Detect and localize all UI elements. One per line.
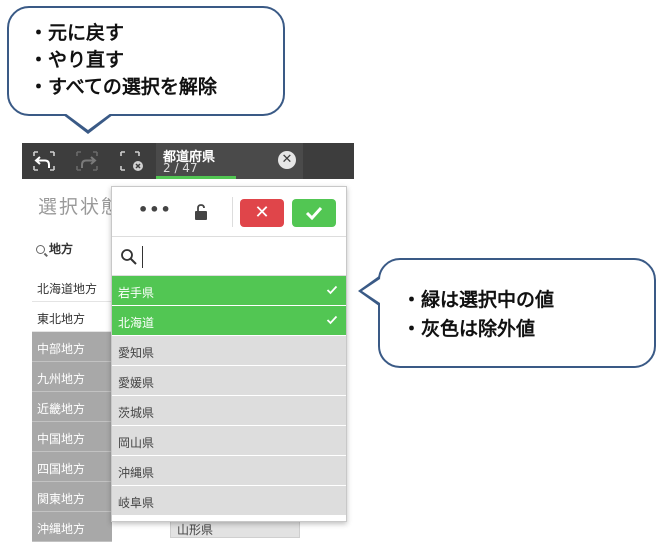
checkmark-icon (305, 206, 323, 220)
list-item[interactable]: 沖縄地方 (32, 512, 112, 542)
list-item[interactable]: 中部地方 (32, 332, 112, 362)
undo-icon (33, 151, 55, 171)
redo-icon (76, 151, 98, 171)
prefecture-list: 岩手県 北海道 愛知県 愛媛県 茨城県 岡山県 沖縄県 岐阜県 (112, 276, 346, 516)
callout-toolbar-actions: ・元に戻す ・やり直す ・すべての選択を解除 (7, 6, 285, 116)
callout-line-gray: ・灰色は除外値 (402, 318, 536, 340)
listbox-toolbar: ••• ✕ (112, 187, 346, 237)
confirm-selection-button[interactable] (292, 199, 336, 227)
field-selection-count: 2 / 47 (163, 161, 198, 175)
list-item-excluded[interactable]: 茨城県 (112, 396, 346, 426)
region-listbox-title: 地方 (49, 242, 74, 256)
list-item[interactable]: 北海道地方 (32, 272, 112, 302)
callout-line-green: ・緑は選択中の値 (402, 289, 555, 311)
callout-tail-inner (65, 113, 111, 130)
more-options-button[interactable]: ••• (138, 200, 172, 219)
checkmark-icon (326, 285, 338, 295)
list-item-excluded[interactable]: 岐阜県 (112, 486, 346, 516)
listbox-search (112, 238, 346, 276)
divider (232, 197, 233, 227)
search-icon (36, 245, 45, 254)
callout-line-undo: ・元に戻す (29, 22, 125, 44)
list-item[interactable]: 関東地方 (32, 482, 112, 512)
prefecture-listbox-popover: ••• ✕ 岩手県 北海道 愛知県 愛媛県 茨城県 岡山県 沖縄県 岐阜県 (111, 186, 347, 522)
selection-progress-bar (156, 176, 236, 179)
list-item[interactable]: 中国地方 (32, 422, 112, 452)
close-icon[interactable]: ✕ (278, 151, 296, 169)
region-listbox-header[interactable]: 地方 (36, 240, 73, 257)
list-item-excluded[interactable]: 愛知県 (112, 336, 346, 366)
region-listbox: 北海道地方 東北地方 中部地方 九州地方 近畿地方 中国地方 四国地方 関東地方… (32, 272, 112, 542)
search-input[interactable] (142, 246, 338, 268)
list-item[interactable]: 四国地方 (32, 452, 112, 482)
list-item-label: 北海道 (118, 316, 155, 330)
unlock-icon[interactable] (193, 203, 209, 221)
list-item-excluded[interactable]: 愛媛県 (112, 366, 346, 396)
list-item[interactable]: 九州地方 (32, 362, 112, 392)
undo-button[interactable] (29, 147, 59, 175)
list-item-selected[interactable]: 岩手県 (112, 276, 346, 306)
list-item-excluded[interactable]: 沖縄県 (112, 456, 346, 486)
list-item-selected[interactable]: 北海道 (112, 306, 346, 336)
redo-button[interactable] (72, 147, 102, 175)
list-item[interactable]: 近畿地方 (32, 392, 112, 422)
list-item-excluded[interactable]: 岡山県 (112, 426, 346, 456)
search-icon (121, 249, 137, 265)
callout-line-redo: ・やり直す (29, 49, 125, 71)
page-title: 選択状態 (38, 196, 123, 218)
callout-tail-inner (362, 279, 380, 303)
checkmark-icon (326, 315, 338, 325)
list-item-label: 岩手県 (118, 286, 155, 300)
callout-color-legend: ・緑は選択中の値 ・灰色は除外値 (378, 258, 656, 368)
selections-toolbar: 都道府県 2 / 47 ✕ (22, 143, 354, 179)
callout-line-clear-all: ・すべての選択を解除 (29, 76, 217, 98)
list-item[interactable]: 東北地方 (32, 302, 112, 332)
field-selection-chip[interactable]: 都道府県 2 / 47 ✕ (156, 143, 303, 179)
clear-selections-icon (120, 151, 143, 171)
clear-selections-button[interactable] (117, 147, 147, 175)
cancel-selection-button[interactable]: ✕ (240, 199, 284, 227)
